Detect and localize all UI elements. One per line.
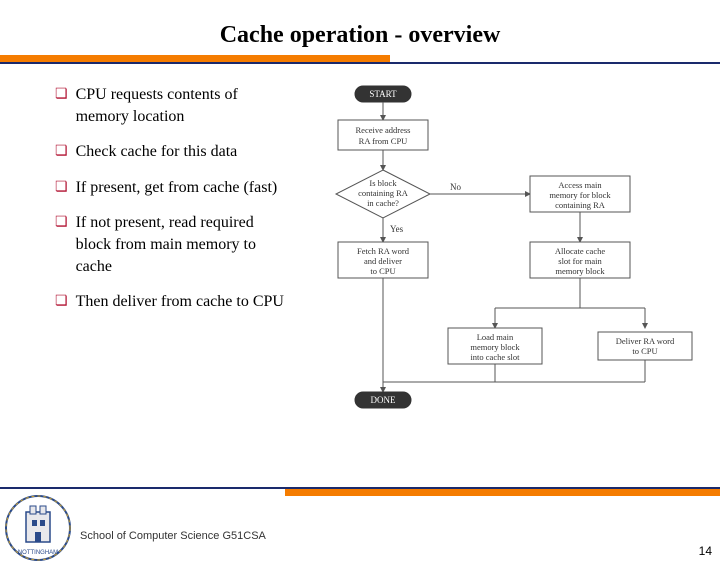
fc-access-l3: containing RA (555, 200, 606, 210)
list-item: ❏ If present, get from cache (fast) (55, 177, 290, 199)
svg-text:NOTTINGHAM: NOTTINGHAM (18, 550, 58, 556)
fc-allocate-l3: memory block (555, 266, 605, 276)
list-item: ❏ Then deliver from cache to CPU (55, 291, 290, 313)
fc-allocate-l2: slot for main (558, 256, 602, 266)
list-item: ❏ If not present, read required block fr… (55, 212, 290, 277)
fc-receive-l1: Receive address (356, 125, 411, 135)
bullet-text: Check cache for this data (76, 141, 238, 163)
fc-decision-l1: Is block (369, 178, 397, 188)
fc-fetch-l2: and deliver (364, 256, 402, 266)
flowchart: START Receive address RA from CPU Is blo… (300, 84, 710, 429)
fc-load-l3: into cache slot (470, 352, 520, 362)
fc-no-label: No (450, 182, 461, 192)
bullet-icon: ❏ (55, 214, 68, 277)
fc-load-l1: Load main (477, 332, 514, 342)
fc-fetch-l1: Fetch RA word (357, 246, 410, 256)
fc-allocate-l1: Allocate cache (555, 246, 605, 256)
bullet-text: If not present, read required block from… (76, 212, 290, 277)
fc-decision-l3: in cache? (367, 198, 399, 208)
fc-start-label: START (369, 89, 397, 99)
fc-deliver-l2: to CPU (632, 346, 657, 356)
bullet-text: CPU requests contents of memory location (76, 84, 290, 127)
content-area: ❏ CPU requests contents of memory locati… (0, 64, 720, 429)
bullet-list: ❏ CPU requests contents of memory locati… (55, 84, 290, 429)
page-number: 14 (699, 544, 712, 558)
bottom-bar-group (0, 487, 720, 496)
fc-access-l1: Access main (558, 180, 602, 190)
bullet-icon: ❏ (55, 143, 68, 163)
fc-access-l2: memory for block (549, 190, 611, 200)
list-item: ❏ CPU requests contents of memory locati… (55, 84, 290, 127)
fc-fetch-l3: to CPU (370, 266, 395, 276)
accent-bar-top (0, 55, 390, 62)
list-item: ❏ Check cache for this data (55, 141, 290, 163)
fc-done-label: DONE (371, 395, 396, 405)
bullet-text: Then deliver from cache to CPU (76, 291, 284, 313)
accent-bar-bottom (285, 489, 720, 496)
fc-yes-label: Yes (390, 224, 404, 234)
bullet-icon: ❏ (55, 293, 68, 313)
university-logo-icon: NOTTINGHAM (4, 494, 72, 562)
bullet-text: If present, get from cache (fast) (76, 177, 278, 199)
bullet-icon: ❏ (55, 86, 68, 127)
fc-receive-l2: RA from CPU (359, 136, 408, 146)
fc-deliver-l1: Deliver RA word (616, 336, 675, 346)
bullet-icon: ❏ (55, 179, 68, 199)
fc-decision-l2: containing RA (358, 188, 409, 198)
footer-text: School of Computer Science G51CSA (80, 530, 266, 542)
slide-title: Cache operation - overview (0, 22, 720, 49)
fc-load-l2: memory block (470, 342, 520, 352)
